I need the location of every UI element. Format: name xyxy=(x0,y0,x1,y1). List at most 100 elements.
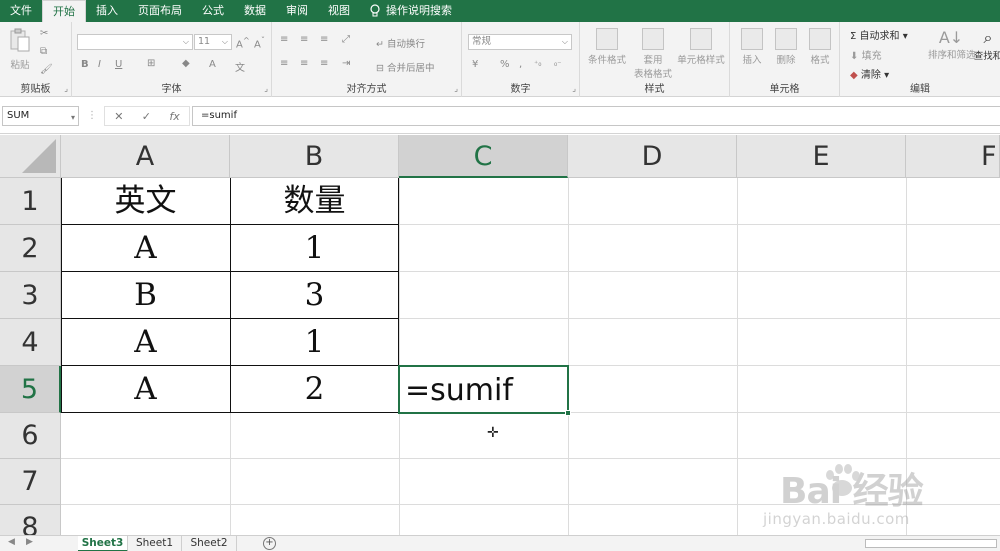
decrease-decimal-icon[interactable]: ₀⁻ xyxy=(554,59,561,68)
row-header-3[interactable]: 3 xyxy=(0,272,61,319)
horizontal-scrollbar[interactable] xyxy=(865,539,997,548)
row-header-2[interactable]: 2 xyxy=(0,225,61,272)
column-header-f[interactable]: F xyxy=(906,135,1000,178)
cell-b2[interactable]: 1 xyxy=(230,225,399,272)
tab-formulas[interactable]: 公式 xyxy=(192,0,234,22)
cell-styles-button[interactable]: 单元格样式 xyxy=(676,28,726,66)
merge-center-button[interactable]: ⊟ 合并后居中 xyxy=(376,60,435,74)
row-header-4[interactable]: 4 xyxy=(0,319,61,366)
cell-b5[interactable]: 2 xyxy=(230,366,399,413)
enter-icon[interactable]: ✓ xyxy=(142,110,151,123)
fill-handle[interactable] xyxy=(565,410,571,416)
fill-color-icon[interactable]: ◆ xyxy=(182,58,190,69)
sort-filter-button[interactable]: A↓ 排序和筛选 xyxy=(928,28,976,61)
sheet-tab-sheet2[interactable]: Sheet2 xyxy=(182,536,237,551)
align-bottom-icon[interactable]: ≡ xyxy=(320,34,328,45)
group-label-cells: 单元格 xyxy=(769,84,800,95)
fill-button[interactable]: ⬇ 填充 xyxy=(850,47,882,62)
add-sheet-button[interactable]: + xyxy=(263,537,276,550)
group-label-clipboard: 剪贴板 xyxy=(20,84,51,95)
phonetic-icon[interactable]: 文 xyxy=(235,59,245,74)
indent-icon[interactable]: ⇥ xyxy=(342,58,350,69)
row-header-6[interactable]: 6 xyxy=(0,413,61,459)
align-middle-icon[interactable]: ≡ xyxy=(300,34,308,45)
align-left-icon[interactable]: ≡ xyxy=(280,58,288,69)
column-header-a[interactable]: A xyxy=(61,135,230,178)
cell-a3[interactable]: B xyxy=(61,272,230,319)
sheet-tab-sheet1[interactable]: Sheet1 xyxy=(128,536,182,551)
find-select-button[interactable]: ⌕ 查找和 xyxy=(972,28,1000,62)
format-cells-button[interactable]: 格式 xyxy=(804,28,836,66)
name-box[interactable]: SUM ▾ xyxy=(2,106,79,126)
insert-function-icon[interactable]: fx xyxy=(169,110,179,123)
number-launcher-icon[interactable]: ⌟ xyxy=(572,84,576,93)
percent-button[interactable]: % xyxy=(500,59,510,70)
tab-insert[interactable]: 插入 xyxy=(86,0,128,22)
copy-icon[interactable]: ⧉ xyxy=(40,46,47,57)
comma-button[interactable]: , xyxy=(519,59,522,70)
wrap-text-button[interactable]: ↵ 自动换行 xyxy=(376,36,425,50)
font-launcher-icon[interactable]: ⌟ xyxy=(264,84,268,93)
align-center-icon[interactable]: ≡ xyxy=(300,58,308,69)
currency-icon[interactable]: ¥ xyxy=(472,59,478,70)
tab-review[interactable]: 审阅 xyxy=(276,0,318,22)
row-header-8[interactable]: 8 xyxy=(0,505,61,535)
cell-b3[interactable]: 3 xyxy=(230,272,399,319)
cut-icon[interactable]: ✂ xyxy=(40,28,48,39)
row-header-1[interactable]: 1 xyxy=(0,178,61,225)
lightbulb-icon xyxy=(370,4,380,17)
number-format-select[interactable]: 常规 ⌵ xyxy=(468,34,572,50)
chevron-down-icon: ▾ xyxy=(902,31,908,42)
tab-data[interactable]: 数据 xyxy=(234,0,276,22)
autosum-button[interactable]: Σ 自动求和 ▾ xyxy=(850,27,908,42)
cell-a5[interactable]: A xyxy=(61,366,230,413)
tab-view[interactable]: 视图 xyxy=(318,0,360,22)
underline-button[interactable]: U xyxy=(115,59,122,70)
scroll-left-icon[interactable]: ◀ xyxy=(8,537,15,547)
align-right-icon[interactable]: ≡ xyxy=(320,58,328,69)
sheet-tab-sheet3[interactable]: Sheet3 xyxy=(78,536,128,551)
cancel-icon[interactable]: ✕ xyxy=(114,110,123,123)
column-header-b[interactable]: B xyxy=(230,135,399,178)
clipboard-launcher-icon[interactable]: ⌟ xyxy=(64,84,68,93)
cell-a4[interactable]: A xyxy=(61,319,230,366)
font-color-button[interactable]: A xyxy=(209,59,216,70)
select-all-corner[interactable] xyxy=(0,135,61,178)
italic-button[interactable]: I xyxy=(98,59,101,70)
column-header-d[interactable]: D xyxy=(568,135,737,178)
alignment-launcher-icon[interactable]: ⌟ xyxy=(454,84,458,93)
paste-button[interactable]: 粘贴 xyxy=(6,28,34,71)
column-header-c[interactable]: C xyxy=(399,135,568,178)
orientation-icon[interactable]: ⤢ xyxy=(342,34,350,45)
tab-page-layout[interactable]: 页面布局 xyxy=(128,0,192,22)
clear-button[interactable]: ◆ 清除 ▾ xyxy=(850,66,889,81)
cell-c5-editing[interactable]: =sumif xyxy=(405,373,513,408)
column-header-e[interactable]: E xyxy=(737,135,906,178)
align-top-icon[interactable]: ≡ xyxy=(280,34,288,45)
borders-icon[interactable]: ⊞ xyxy=(147,58,155,69)
cell-b4[interactable]: 1 xyxy=(230,319,399,366)
formula-input[interactable]: =sumif xyxy=(192,106,1000,126)
row-header-7[interactable]: 7 xyxy=(0,459,61,505)
scroll-right-icon[interactable]: ▶ xyxy=(26,537,33,547)
cell-a1[interactable]: 英文 xyxy=(61,178,230,225)
search-icon: ⌕ xyxy=(983,28,993,47)
tab-file[interactable]: 文件 xyxy=(0,0,42,22)
bold-button[interactable]: B xyxy=(81,59,89,70)
tab-home[interactable]: 开始 xyxy=(42,0,86,22)
increase-decimal-icon[interactable]: ⁺₀ xyxy=(534,59,541,68)
row-header-5[interactable]: 5 xyxy=(0,366,61,413)
format-as-table-button[interactable]: 套用 表格格式 xyxy=(630,28,676,80)
decrease-font-icon[interactable]: Aˇ xyxy=(254,35,265,50)
cell-a2[interactable]: A xyxy=(61,225,230,272)
cell-b1[interactable]: 数量 xyxy=(230,178,399,225)
conditional-format-button[interactable]: 条件格式 xyxy=(584,28,630,66)
font-size-select[interactable]: 11 ⌵ xyxy=(194,34,232,50)
insert-cells-button[interactable]: 插入 xyxy=(736,28,768,66)
increase-font-icon[interactable]: A^ xyxy=(236,35,250,50)
group-font: ⌵ 11 ⌵ A^ Aˇ B I U ⊞ ◆ A 文 字体 ⌟ xyxy=(72,22,272,97)
format-painter-icon[interactable]: 🖌 xyxy=(40,64,53,75)
font-name-select[interactable]: ⌵ xyxy=(77,34,193,50)
tell-me-search[interactable]: 操作说明搜索 xyxy=(360,0,462,22)
delete-cells-button[interactable]: 删除 xyxy=(770,28,802,66)
